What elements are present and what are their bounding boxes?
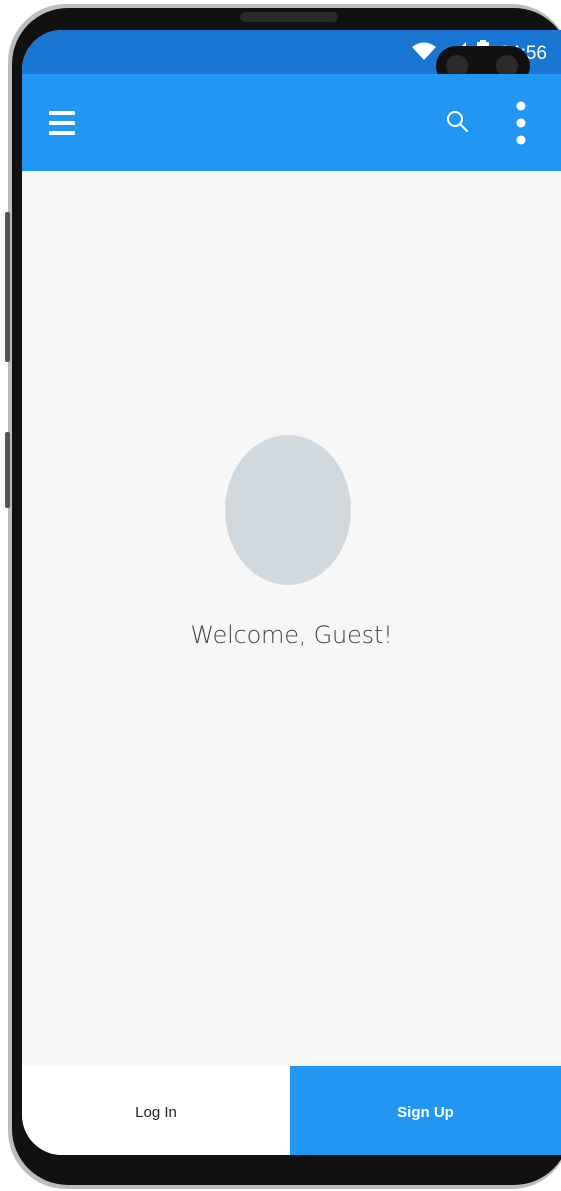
wifi-icon	[411, 41, 437, 66]
welcome-text: Welcome, Guest!	[190, 621, 393, 649]
volume-button	[5, 212, 10, 362]
power-button	[5, 432, 10, 508]
guest-avatar	[225, 435, 351, 585]
more-vertical-icon[interactable]	[506, 98, 536, 148]
login-button[interactable]: Log In	[22, 1066, 290, 1155]
earpiece-speaker	[240, 12, 338, 22]
signup-button[interactable]: Sign Up	[290, 1066, 561, 1155]
search-icon[interactable]	[440, 104, 474, 138]
status-bar: 04:56	[22, 30, 561, 86]
hamburger-menu-icon[interactable]	[42, 106, 82, 140]
phone-screen: 04:56	[22, 30, 561, 1155]
app-bar	[22, 74, 561, 171]
main-content: Welcome, Guest!	[22, 171, 561, 1066]
bottom-action-bar: Log In Sign Up	[22, 1066, 561, 1155]
